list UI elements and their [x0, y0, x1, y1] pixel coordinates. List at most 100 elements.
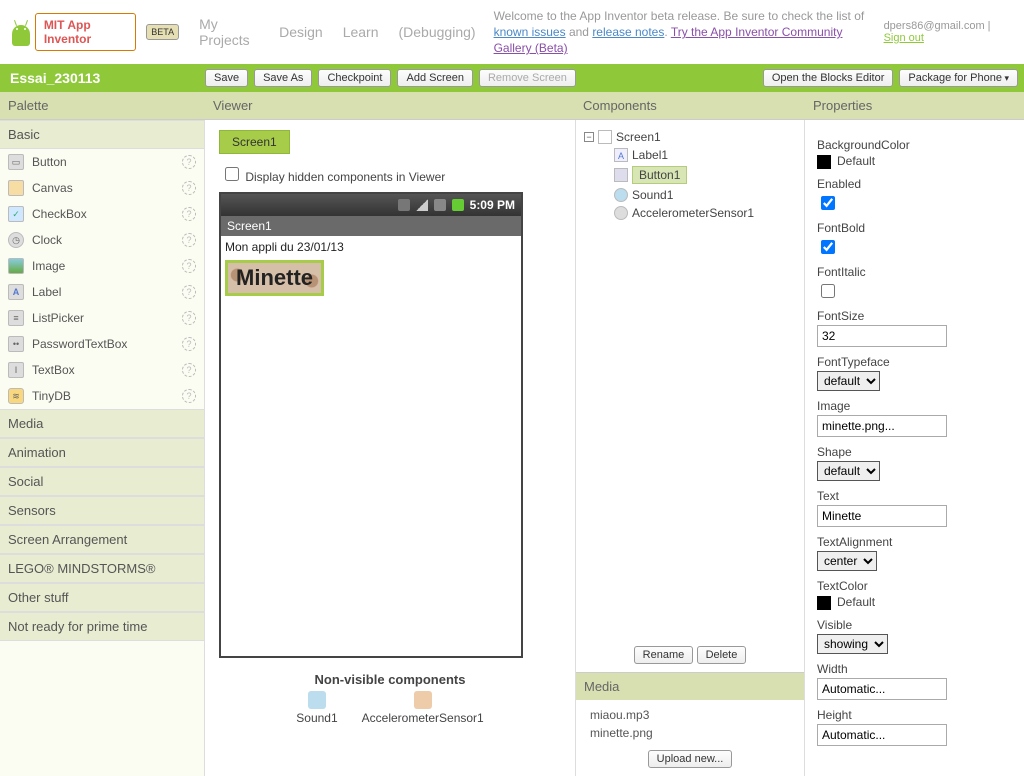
palette-section-animation[interactable]: Animation: [0, 438, 204, 467]
palette-label: PasswordTextBox: [32, 337, 127, 351]
save-as-button[interactable]: Save As: [254, 69, 312, 87]
help-icon[interactable]: ?: [182, 285, 196, 299]
status-icon-signal: [416, 199, 428, 211]
prop-width-label: Width: [817, 662, 1012, 676]
viewer-header: Viewer: [205, 92, 575, 120]
preview-button[interactable]: Minette: [225, 260, 324, 296]
palette-item-label[interactable]: ALabel?: [0, 279, 204, 305]
show-hidden-checkbox[interactable]: [225, 167, 239, 181]
nonvisible-title: Non-visible components: [219, 672, 561, 687]
palette-section-screenarr[interactable]: Screen Arrangement: [0, 525, 204, 554]
palette-item-button[interactable]: ▭Button?: [0, 149, 204, 175]
signout-link[interactable]: Sign out: [884, 32, 924, 44]
user-area: dpers86@gmail.com | Sign out: [884, 20, 1014, 44]
palette-item-tinydb[interactable]: ≋TinyDB?: [0, 383, 204, 409]
media-file[interactable]: minette.png: [590, 724, 790, 742]
palette-section-social[interactable]: Social: [0, 467, 204, 496]
project-title: Essai_230113: [0, 70, 205, 86]
add-screen-button[interactable]: Add Screen: [397, 69, 472, 87]
tree-item-accel[interactable]: AccelerometerSensor1: [584, 204, 796, 222]
prop-fonttypeface-label: FontTypeface: [817, 355, 1012, 369]
prop-image-label: Image: [817, 399, 1012, 413]
upload-button[interactable]: Upload new...: [648, 750, 733, 768]
help-icon[interactable]: ?: [182, 259, 196, 273]
help-icon[interactable]: ?: [182, 181, 196, 195]
phone-screen[interactable]: Mon appli du 23/01/13 Minette: [221, 236, 521, 656]
nonvis-accel[interactable]: AccelerometerSensor1: [362, 691, 484, 725]
help-icon[interactable]: ?: [182, 155, 196, 169]
tree-item-label1[interactable]: A Label1: [584, 146, 796, 164]
nav-learn[interactable]: Learn: [343, 24, 379, 40]
palette-item-textbox[interactable]: ITextBox?: [0, 357, 204, 383]
palette-section-lego[interactable]: LEGO® MINDSTORMS®: [0, 554, 204, 583]
nonvis-sound[interactable]: Sound1: [296, 691, 337, 725]
package-button[interactable]: Package for Phone: [899, 69, 1018, 87]
prop-height-input[interactable]: [817, 724, 947, 746]
nav-my-projects[interactable]: My Projects: [199, 16, 259, 48]
media-header: Media: [576, 672, 804, 700]
component-tree: − Screen1 A Label1 Button1 Sound1 Accele…: [576, 120, 804, 638]
media-file[interactable]: miaou.mp3: [590, 706, 790, 724]
save-button[interactable]: Save: [205, 69, 248, 87]
prop-width-input[interactable]: [817, 678, 947, 700]
nav-debugging[interactable]: (Debugging): [399, 24, 476, 40]
palette-item-checkbox[interactable]: ✓CheckBox?: [0, 201, 204, 227]
prop-fontsize-input[interactable]: [817, 325, 947, 347]
prop-shape-select[interactable]: default: [817, 461, 880, 481]
blocks-editor-button[interactable]: Open the Blocks Editor: [763, 69, 894, 87]
collapse-icon[interactable]: −: [584, 132, 594, 142]
prop-visible-select[interactable]: showing: [817, 634, 888, 654]
tree-item-sound1[interactable]: Sound1: [584, 186, 796, 204]
nonvis-label: AccelerometerSensor1: [362, 711, 484, 725]
label-icon: A: [8, 284, 24, 300]
prop-textcolor-value[interactable]: Default: [817, 595, 1012, 610]
screen-tab[interactable]: Screen1: [219, 130, 290, 154]
help-icon[interactable]: ?: [182, 363, 196, 377]
welcome-and: and: [566, 25, 593, 39]
prop-textalign-select[interactable]: center: [817, 551, 877, 571]
nav-design[interactable]: Design: [279, 24, 323, 40]
release-notes-link[interactable]: release notes: [592, 25, 664, 39]
palette-item-canvas[interactable]: Canvas?: [0, 175, 204, 201]
palette-item-password[interactable]: ••PasswordTextBox?: [0, 331, 204, 357]
prop-fontsize-label: FontSize: [817, 309, 1012, 323]
palette-section-basic[interactable]: Basic: [0, 120, 204, 149]
prop-enabled-label: Enabled: [817, 177, 1012, 191]
palette-section-other[interactable]: Other stuff: [0, 583, 204, 612]
palette-item-listpicker[interactable]: ≡ListPicker?: [0, 305, 204, 331]
palette-item-image[interactable]: Image?: [0, 253, 204, 279]
help-icon[interactable]: ?: [182, 337, 196, 351]
palette-item-clock[interactable]: ◷Clock?: [0, 227, 204, 253]
prop-enabled-checkbox[interactable]: [821, 196, 835, 210]
palette-section-sensors[interactable]: Sensors: [0, 496, 204, 525]
preview-label[interactable]: Mon appli du 23/01/13: [225, 240, 517, 254]
prop-fonttypeface-select[interactable]: default: [817, 371, 880, 391]
tree-item-button1[interactable]: Button1: [584, 164, 796, 186]
swatch-icon: [817, 155, 831, 169]
label-icon: A: [614, 148, 628, 162]
prop-text-input[interactable]: [817, 505, 947, 527]
prop-fontbold-checkbox[interactable]: [821, 240, 835, 254]
tree-root-row[interactable]: − Screen1: [584, 128, 796, 146]
help-icon[interactable]: ?: [182, 233, 196, 247]
prop-fontitalic-checkbox[interactable]: [821, 284, 835, 298]
media-list: miaou.mp3 minette.png Upload new...: [576, 700, 804, 776]
textbox-icon: I: [8, 362, 24, 378]
status-icon-g: [398, 199, 410, 211]
tree-item-text: Label1: [632, 148, 668, 162]
rename-button[interactable]: Rename: [634, 646, 694, 664]
show-hidden-row[interactable]: Display hidden components in Viewer: [219, 160, 561, 188]
delete-button[interactable]: Delete: [697, 646, 747, 664]
help-icon[interactable]: ?: [182, 389, 196, 403]
properties-header: Properties: [805, 92, 1024, 120]
known-issues-link[interactable]: known issues: [494, 25, 566, 39]
prop-textcolor-label: TextColor: [817, 579, 1012, 593]
help-icon[interactable]: ?: [182, 311, 196, 325]
checkpoint-button[interactable]: Checkpoint: [318, 69, 391, 87]
listpicker-icon: ≡: [8, 310, 24, 326]
palette-section-media[interactable]: Media: [0, 409, 204, 438]
prop-image-input[interactable]: [817, 415, 947, 437]
palette-section-notready[interactable]: Not ready for prime time: [0, 612, 204, 641]
prop-bgcolor-value[interactable]: Default: [817, 154, 1012, 169]
help-icon[interactable]: ?: [182, 207, 196, 221]
